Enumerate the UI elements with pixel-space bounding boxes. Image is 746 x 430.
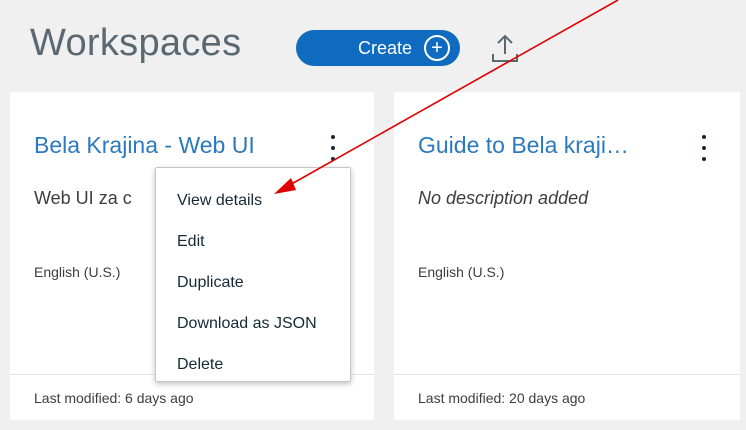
workspace-language: English (U.S.): [34, 264, 121, 280]
plus-circle-icon: +: [424, 35, 450, 61]
menu-item-duplicate[interactable]: Duplicate: [156, 262, 350, 303]
menu-item-view-details[interactable]: View details: [156, 180, 350, 221]
workspace-description: Web UI za c: [34, 188, 132, 208]
create-button[interactable]: Create +: [296, 30, 460, 66]
create-button-label: Create: [357, 37, 412, 58]
menu-item-edit[interactable]: Edit: [156, 221, 350, 262]
menu-item-download-json[interactable]: Download as JSON: [156, 303, 350, 344]
workspace-language: English (U.S.): [418, 264, 505, 280]
overflow-menu: View details Edit Duplicate Download as …: [155, 167, 351, 382]
menu-item-delete[interactable]: Delete: [156, 344, 350, 385]
workspace-title[interactable]: Guide to Bela kraji…: [418, 132, 629, 159]
upload-icon[interactable]: [490, 32, 520, 64]
overflow-menu-icon[interactable]: [328, 132, 338, 164]
page-title: Workspaces: [30, 22, 242, 64]
overflow-menu-icon[interactable]: [699, 132, 709, 164]
workspace-title[interactable]: Bela Krajina - Web UI: [34, 132, 255, 159]
workspace-description: No description added: [418, 188, 589, 208]
last-modified: Last modified: 20 days ago: [394, 374, 740, 420]
workspace-card[interactable]: Guide to Bela kraji… No description adde…: [394, 92, 740, 420]
